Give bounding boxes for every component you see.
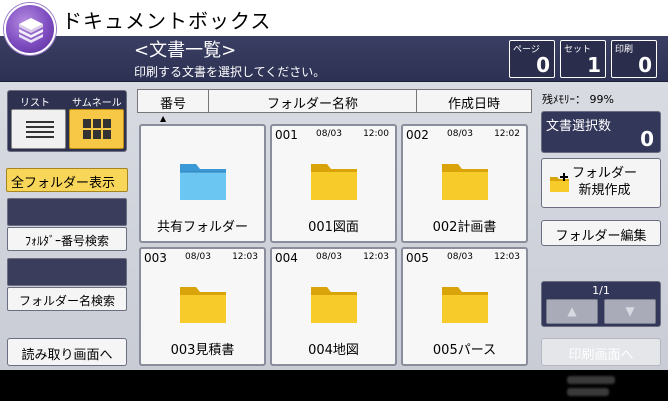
page-down-button[interactable]: ▼ <box>604 299 656 324</box>
folder-name: 004地図 <box>308 343 359 358</box>
folder-icon <box>311 287 357 323</box>
shared-folder-icon <box>180 164 226 200</box>
column-header-number[interactable]: 番号 <box>137 89 209 113</box>
folder-date: 08/03 <box>447 252 473 262</box>
list-view-button[interactable] <box>11 109 66 149</box>
folder-date: 08/03 <box>316 252 342 262</box>
folder-tile[interactable]: 共有フォルダー <box>139 124 266 243</box>
folder-name: 003見積書 <box>170 343 235 358</box>
folder-name-search-button[interactable]: フォルダー名検索 <box>7 287 127 311</box>
screen-title: <文書一覧> <box>134 40 237 61</box>
show-all-folders-button[interactable]: 全フォルダー表示 <box>6 168 128 192</box>
thumbnail-view-label: サムネール <box>72 98 122 109</box>
folder-name: 共有フォルダー <box>156 220 248 235</box>
folder-date: 08/03 <box>185 252 211 262</box>
folder-number: 003 <box>144 251 167 265</box>
page-up-button[interactable]: ▲ <box>546 299 598 324</box>
status-bar <box>0 370 668 401</box>
app-title: ドキュメントボックス <box>62 9 272 33</box>
folder-time: 12:00 <box>363 129 389 139</box>
pager: 1/1 ▲ ▼ <box>541 281 661 327</box>
folder-icon <box>311 164 357 200</box>
screen-instruction: 印刷する文書を選択してください。 <box>134 65 326 79</box>
scan-screen-button[interactable]: 読み取り画面へ <box>7 338 127 366</box>
folder-tile[interactable]: 004 08/03 12:03 004地図 <box>270 247 397 366</box>
folder-date: 08/03 <box>447 129 473 139</box>
set-counter: セット 1 <box>560 40 606 78</box>
page-indicator: 1/1 <box>592 284 610 297</box>
sort-ascending-icon: ▲ <box>160 114 167 123</box>
grid-icon <box>83 119 111 139</box>
title-bar: ドキュメントボックス <box>0 0 668 36</box>
folder-number: 001 <box>275 128 298 142</box>
folder-tile[interactable]: 005 08/03 12:03 005パース <box>401 247 528 366</box>
selected-documents-box: 文書選択数 0 <box>541 111 661 153</box>
new-folder-label-line2: 新規作成 <box>578 183 631 198</box>
folder-number: 004 <box>275 251 298 265</box>
folder-time: 12:03 <box>232 252 258 262</box>
view-toggle: リスト サムネール <box>7 90 127 152</box>
screen-header: <文書一覧> 印刷する文書を選択してください。 ページ 0 セット 1 印刷 0 <box>0 36 668 82</box>
folder-number-search-button[interactable]: ﾌｫﾙﾀﾞｰ番号検索 <box>7 227 127 251</box>
print-counter-label: 印刷 <box>615 45 634 55</box>
folder-tile[interactable]: 003 08/03 12:03 003見積書 <box>139 247 266 366</box>
column-header-folder-name[interactable]: フォルダー名称 <box>208 89 417 113</box>
new-folder-label-line1: フォルダー <box>572 166 638 181</box>
folder-name-search-field[interactable] <box>7 258 127 286</box>
folder-tile[interactable]: 001 08/03 12:00 001図面 <box>270 124 397 243</box>
set-counter-value: 1 <box>587 53 601 77</box>
main-area: リスト サムネール 全フォルダー表示 ﾌｫﾙﾀﾞｰ番号検索 フォルダー名検索 読… <box>0 82 668 370</box>
page-counter-value: 0 <box>536 53 550 77</box>
selected-documents-count: 0 <box>640 127 654 151</box>
folder-time: 12:03 <box>494 252 520 262</box>
folder-time: 12:03 <box>363 252 389 262</box>
edit-folder-button[interactable]: フォルダー編集 <box>541 220 661 246</box>
folder-time: 12:02 <box>494 129 520 139</box>
print-screen-button[interactable]: 印刷画面へ <box>541 338 661 366</box>
folder-name: 002計画書 <box>432 220 497 235</box>
folder-name: 001図面 <box>308 220 359 235</box>
folder-icon <box>180 287 226 323</box>
document-box-icon <box>4 3 56 55</box>
new-folder-text: フォルダー 新規作成 <box>572 165 637 199</box>
folder-icon <box>442 164 488 200</box>
thumbnail-view-button[interactable] <box>69 109 124 149</box>
list-icon <box>26 121 54 138</box>
list-view-label: リスト <box>20 98 50 109</box>
new-folder-icon <box>550 173 569 192</box>
new-folder-button[interactable]: フォルダー 新規作成 <box>541 158 661 208</box>
folder-number-search-field[interactable] <box>7 198 127 226</box>
status-text-blurred <box>567 388 609 396</box>
page-counter: ページ 0 <box>509 40 555 78</box>
column-header-created[interactable]: 作成日時 <box>416 89 532 113</box>
print-counter: 印刷 0 <box>611 40 657 78</box>
folder-date: 08/03 <box>316 129 342 139</box>
folder-name: 005パース <box>432 343 497 358</box>
print-counter-value: 0 <box>638 53 652 77</box>
folder-tile[interactable]: 002 08/03 12:02 002計画書 <box>401 124 528 243</box>
selected-documents-label: 文書選択数 <box>546 119 612 134</box>
remaining-memory: 残ﾒﾓﾘｰ： 99% <box>542 93 614 106</box>
folder-icon <box>442 287 488 323</box>
status-text-blurred <box>567 376 615 384</box>
folder-number: 005 <box>406 251 429 265</box>
folder-number: 002 <box>406 128 429 142</box>
